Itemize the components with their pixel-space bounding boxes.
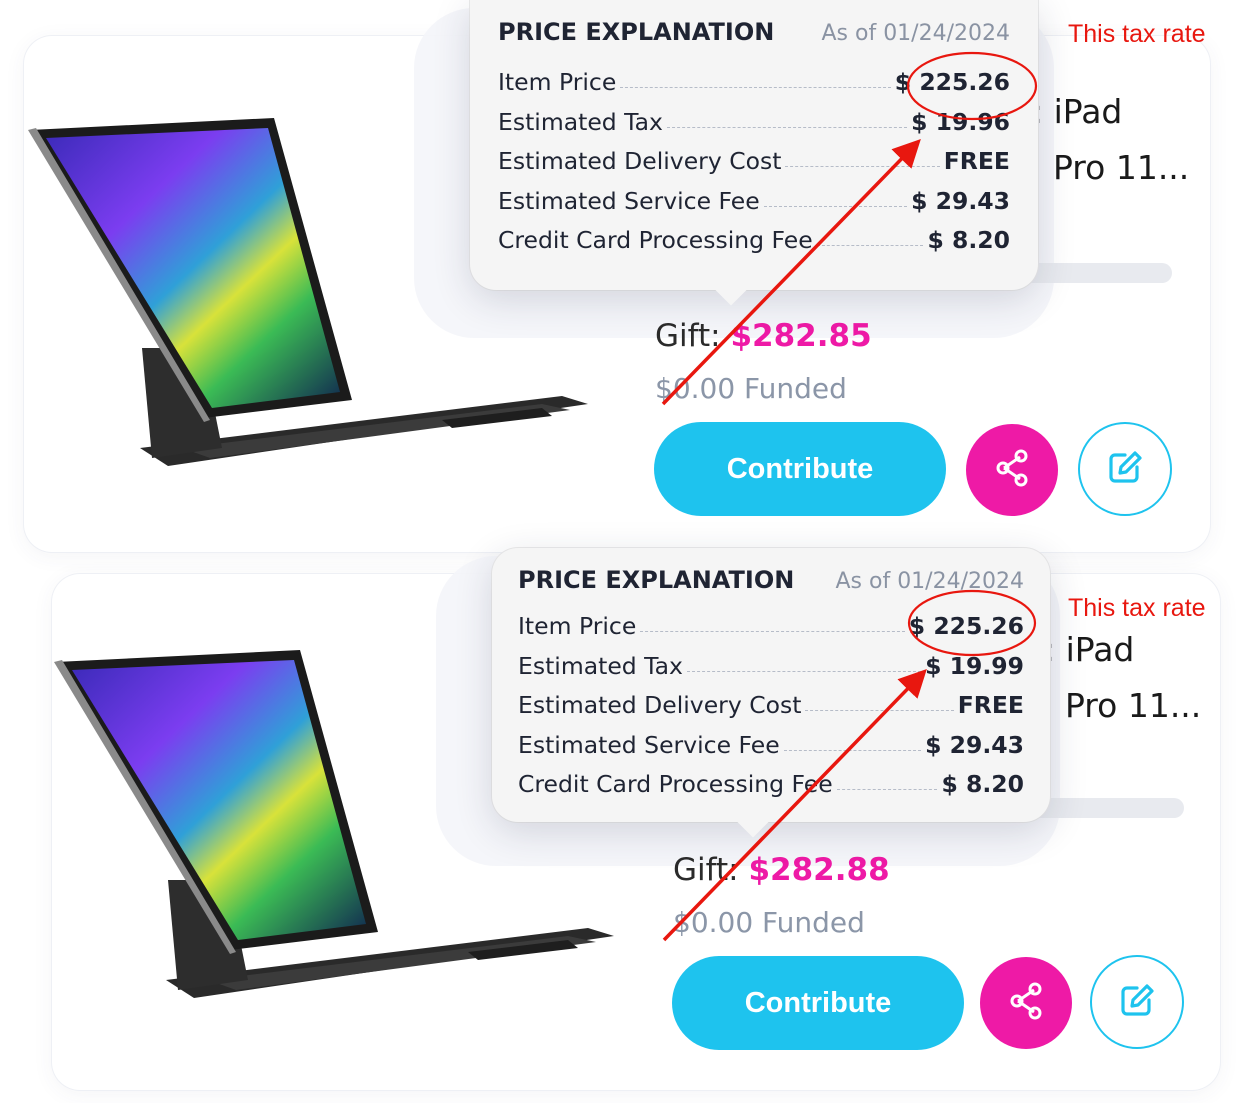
funding-progress-bar: [1030, 798, 1184, 818]
price-row-estimated-tax: Estimated Tax $ 19.99: [518, 652, 1024, 692]
price-row-card-processing-fee: Credit Card Processing Fee $ 8.20: [498, 226, 1010, 266]
dotted-leader: [620, 87, 891, 88]
edit-icon: [1117, 980, 1157, 1024]
dotted-leader: [836, 789, 938, 790]
price-row-value: $ 19.96: [911, 107, 1010, 136]
edit-button[interactable]: [1090, 955, 1184, 1049]
annotation-note: This tax rate: [1068, 20, 1206, 48]
price-row-value: $ 225.26: [908, 612, 1024, 640]
contribute-button[interactable]: Contribute: [672, 956, 964, 1050]
price-row-service-fee: Estimated Service Fee $ 29.43: [518, 731, 1024, 771]
price-row-value: $ 19.99: [925, 651, 1024, 680]
price-row-value: FREE: [957, 691, 1024, 719]
dotted-leader: [666, 126, 908, 128]
share-icon: [992, 448, 1032, 492]
popover-date: As of 01/24/2024: [835, 569, 1024, 594]
price-row-value: $ 225.26: [894, 68, 1010, 96]
product-title: : iPad Pro 11...: [1032, 92, 1190, 187]
popover-title: PRICE EXPLANATION: [498, 18, 775, 46]
gift-label: Gift:: [673, 852, 749, 888]
gift-amount: $282.88: [748, 852, 890, 888]
price-row-value: $ 29.43: [925, 730, 1024, 759]
price-row-value: FREE: [943, 147, 1010, 175]
gift-price: Gift: $282.85: [655, 318, 872, 354]
funded-amount: $0.00 Funded: [655, 372, 847, 405]
dotted-leader: [805, 710, 954, 711]
gift-amount: $282.85: [730, 318, 872, 354]
popover-date: As of 01/24/2024: [821, 21, 1010, 46]
price-row-label: Credit Card Processing Fee: [518, 770, 833, 798]
price-row-value: $ 29.43: [911, 186, 1010, 215]
contribute-button[interactable]: Contribute: [654, 422, 946, 516]
dotted-leader: [763, 205, 908, 207]
dotted-leader: [816, 245, 924, 246]
annotation-note: This tax rate: [1068, 594, 1206, 622]
price-row-estimated-tax: Estimated Tax $ 19.96: [498, 108, 1010, 148]
share-icon: [1006, 981, 1046, 1025]
price-row-item-price: Item Price $ 225.26: [518, 612, 1024, 652]
popover-header: PRICE EXPLANATION As of 01/24/2024: [498, 18, 1010, 46]
price-row-card-processing-fee: Credit Card Processing Fee $ 8.20: [518, 770, 1024, 810]
price-explanation-popover: PRICE EXPLANATION As of 01/24/2024 Item …: [470, 0, 1038, 290]
price-row-label: Credit Card Processing Fee: [498, 226, 813, 254]
price-row-label: Estimated Service Fee: [518, 730, 780, 759]
price-row-item-price: Item Price $ 225.26: [498, 68, 1010, 108]
price-explanation-popover: PRICE EXPLANATION As of 01/24/2024 Item …: [492, 548, 1050, 822]
edit-button[interactable]: [1078, 422, 1172, 516]
price-row-delivery-cost: Estimated Delivery Cost FREE: [518, 691, 1024, 731]
price-row-delivery-cost: Estimated Delivery Cost FREE: [498, 147, 1010, 187]
dotted-leader: [640, 631, 905, 632]
dotted-leader: [686, 670, 922, 672]
price-row-value: $ 8.20: [927, 226, 1010, 254]
price-row-label: Item Price: [518, 612, 637, 640]
funding-progress-bar: [1020, 263, 1172, 283]
dotted-leader: [783, 749, 922, 751]
price-row-label: Estimated Delivery Cost: [518, 691, 802, 719]
gift-price: Gift: $282.88: [673, 852, 890, 888]
price-row-service-fee: Estimated Service Fee $ 29.43: [498, 187, 1010, 227]
price-row-label: Estimated Tax: [498, 107, 663, 136]
funded-amount: $0.00 Funded: [673, 906, 865, 939]
share-button[interactable]: [980, 957, 1072, 1049]
share-button[interactable]: [966, 424, 1058, 516]
price-row-label: Estimated Tax: [518, 651, 683, 680]
gift-label: Gift:: [655, 318, 731, 354]
edit-icon: [1105, 447, 1145, 491]
screenshot-stage: : iPad Pro 11... Gift: $282.85 $0.00 Fun…: [0, 0, 1240, 1103]
price-breakdown-list: Item Price $ 225.26 Estimated Tax $ 19.9…: [518, 612, 1024, 810]
price-row-label: Estimated Delivery Cost: [498, 147, 782, 175]
dotted-leader: [785, 166, 940, 167]
popover-header: PRICE EXPLANATION As of 01/24/2024: [518, 566, 1024, 594]
product-title: : iPad Pro 11...: [1044, 630, 1202, 725]
price-row-label: Item Price: [498, 68, 617, 96]
price-row-label: Estimated Service Fee: [498, 186, 760, 215]
price-breakdown-list: Item Price $ 225.26 Estimated Tax $ 19.9…: [498, 68, 1010, 266]
price-row-value: $ 8.20: [941, 770, 1024, 798]
popover-title: PRICE EXPLANATION: [518, 566, 795, 594]
